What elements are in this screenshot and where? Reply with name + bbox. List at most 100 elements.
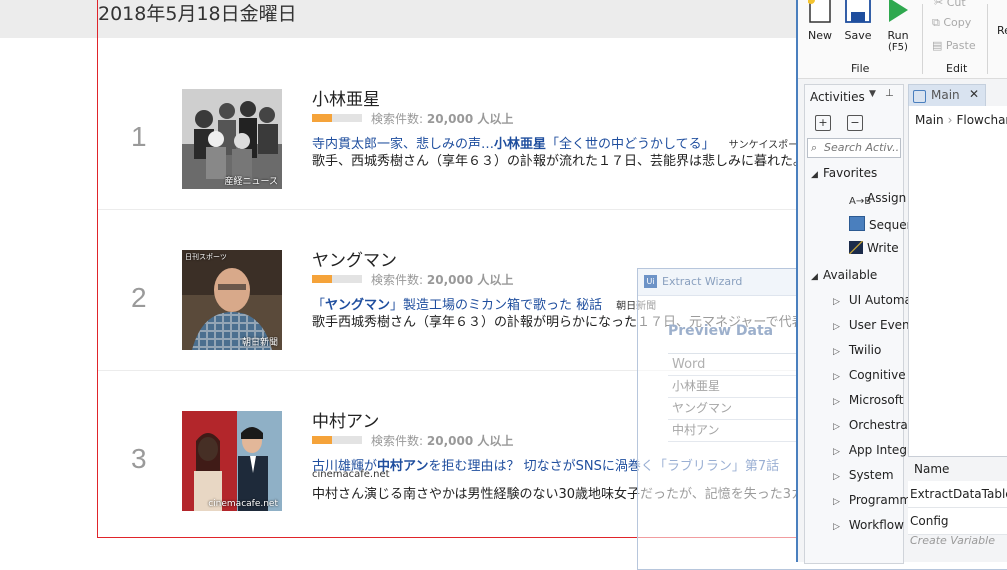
collapsed-arrow-icon: ▷ (833, 372, 840, 382)
tree-item-assign[interactable]: A→BAssign (849, 191, 906, 209)
search-icon: ⌕ (811, 141, 818, 154)
new-file-icon (807, 0, 831, 23)
activities-search[interactable]: ⌕ (807, 138, 901, 158)
rank-number: 2 (131, 282, 147, 313)
copy-icon: ⧉ (932, 16, 940, 29)
activities-panel: Activities ▼ ⊥ + − ⌕ ◢ Favorites A→BAssig… (804, 84, 942, 564)
ribbon: New Save Run (F5) File ✂ Cut ⧉ Copy ▤ Pa… (798, 0, 1007, 79)
collapsed-arrow-icon: ▷ (833, 297, 840, 307)
rank-number: 3 (131, 443, 147, 474)
run-button[interactable]: Run (F5) (884, 0, 912, 53)
collapsed-arrow-icon: ▷ (833, 347, 840, 357)
activities-title: Activities (810, 90, 865, 104)
variables-header: Name (908, 456, 1007, 482)
thumbnail-image[interactable]: 産経ニュース (182, 89, 282, 189)
new-button[interactable]: New (807, 0, 833, 42)
variable-name: ExtractDataTable (910, 487, 1007, 501)
wizard-title: Extract Wizard (662, 275, 743, 288)
variable-row[interactable]: Config (908, 508, 1007, 535)
copy-button[interactable]: ⧉ Copy (932, 16, 971, 30)
run-play-icon (889, 0, 908, 22)
tree-category[interactable]: ▷ Cognitive (833, 368, 906, 382)
save-label: Save (844, 29, 872, 42)
designer-canvas[interactable]: Main›Flowchart (908, 106, 1007, 456)
collapsed-arrow-icon: ▷ (833, 447, 840, 457)
tree-label: Available (823, 268, 878, 282)
variables-name-column: Name (914, 462, 950, 476)
tree-item-write[interactable]: Write (849, 241, 899, 255)
tree-label: Cognitive (848, 368, 906, 382)
tab-label: Main (931, 88, 960, 102)
breadcrumb-item[interactable]: Main (915, 113, 944, 127)
collapsed-arrow-icon: ▷ (833, 522, 840, 532)
thumbnail-image[interactable]: 日刊スポーツ 朝日新聞 (182, 250, 282, 350)
cut-button[interactable]: ✂ Cut (934, 0, 966, 9)
file-group-label: File (851, 62, 870, 75)
save-disk-icon (845, 0, 871, 23)
variable-name: Config (910, 514, 949, 528)
write-line-icon (849, 241, 863, 254)
thumbnail-source-label: 朝日新聞 (241, 338, 278, 348)
run-label: Run (887, 29, 909, 42)
drama-still-icon (182, 411, 282, 511)
sequence-icon (849, 216, 865, 231)
uipath-logo-icon: Ui (644, 275, 657, 288)
paste-button[interactable]: ▤ Paste (932, 39, 976, 52)
ribbon-more-button[interactable]: Re (997, 24, 1007, 37)
paste-icon: ▤ (932, 39, 943, 52)
studio-window: New Save Run (F5) File ✂ Cut ⧉ Copy ▤ Pa… (796, 0, 1007, 564)
tree-category[interactable]: ▷ System (833, 468, 894, 482)
tree-favorites[interactable]: ◢ Favorites (811, 166, 877, 180)
preview-data-heading: Preview Data (668, 323, 774, 339)
create-variable-link[interactable]: Create Variable (908, 534, 1007, 547)
pin-icon[interactable]: ⊥ (885, 88, 894, 99)
expanded-arrow-icon: ◢ (811, 272, 818, 282)
assign-icon: A→B (849, 196, 872, 207)
trend-query-link[interactable]: ヤングマン (312, 246, 397, 271)
new-label: New (808, 29, 832, 42)
cut-label: Cut (946, 0, 966, 9)
collapsed-arrow-icon: ▷ (833, 497, 840, 507)
collapsed-arrow-icon: ▷ (833, 397, 840, 407)
expanded-arrow-icon: ◢ (811, 170, 818, 180)
save-button[interactable]: Save (844, 0, 872, 42)
breadcrumb: Main›Flowchart (915, 113, 1007, 127)
search-count-label: 検索件数: (371, 434, 424, 448)
tab-main[interactable]: Main ✕ (908, 84, 986, 108)
scissors-icon: ✂ (934, 0, 944, 9)
variable-row[interactable]: ExtractDataTable (908, 481, 1007, 508)
news-snippet: 歌手、西城秀樹さん（享年６３）の訃報が流れた１７日、芸能界は悲しみに暮れた。 (312, 154, 800, 169)
collapse-all-icon[interactable]: − (847, 115, 863, 131)
edit-group-label: Edit (946, 62, 968, 75)
thumbnail-source-label: cinemacafe.net (208, 499, 278, 509)
news-source: cinemacafe.net (312, 469, 390, 480)
search-volume-bar (312, 275, 362, 283)
search-volume-fill (312, 436, 332, 444)
collapsed-arrow-icon: ▷ (833, 322, 840, 332)
expand-all-icon[interactable]: + (815, 115, 831, 131)
thumbnail-image[interactable]: cinemacafe.net (182, 411, 282, 511)
tree-label: Assign (867, 191, 907, 205)
ribbon-divider (922, 4, 923, 74)
paste-label: Paste (945, 39, 976, 52)
trend-query-link[interactable]: 小林亜星 (312, 85, 380, 110)
breadcrumb-item[interactable]: Flowchart (956, 113, 1007, 127)
tree-category[interactable]: ▷ Twilio (833, 343, 881, 357)
tree-category[interactable]: ▷ Workflow (833, 518, 904, 532)
close-icon[interactable]: ✕ (969, 87, 979, 101)
collapsed-arrow-icon: ▷ (833, 472, 840, 482)
tree-label: Write (867, 241, 899, 255)
thumbnail-source-label: 産経ニュース (224, 177, 278, 187)
search-volume-bar (312, 436, 362, 444)
panel-dropdown-icon[interactable]: ▼ (869, 89, 876, 99)
tree-label: Twilio (848, 343, 882, 357)
ribbon-divider (987, 4, 988, 74)
search-count-value: 20,000 人以上 (426, 434, 514, 448)
collapsed-arrow-icon: ▷ (833, 422, 840, 432)
page-date: 2018年5月18日金曜日 (98, 3, 297, 25)
activities-search-input[interactable] (824, 140, 898, 154)
tree-category[interactable]: ▷ Microsoft (833, 393, 903, 407)
trend-row-1[interactable]: 1 産経ニュース 小林亜星 検索件数: 20,000 人以上 寺内貫太郎一家、悲… (98, 49, 808, 210)
trend-query-link[interactable]: 中村アン (312, 407, 379, 432)
tree-available[interactable]: ◢ Available (811, 268, 877, 282)
